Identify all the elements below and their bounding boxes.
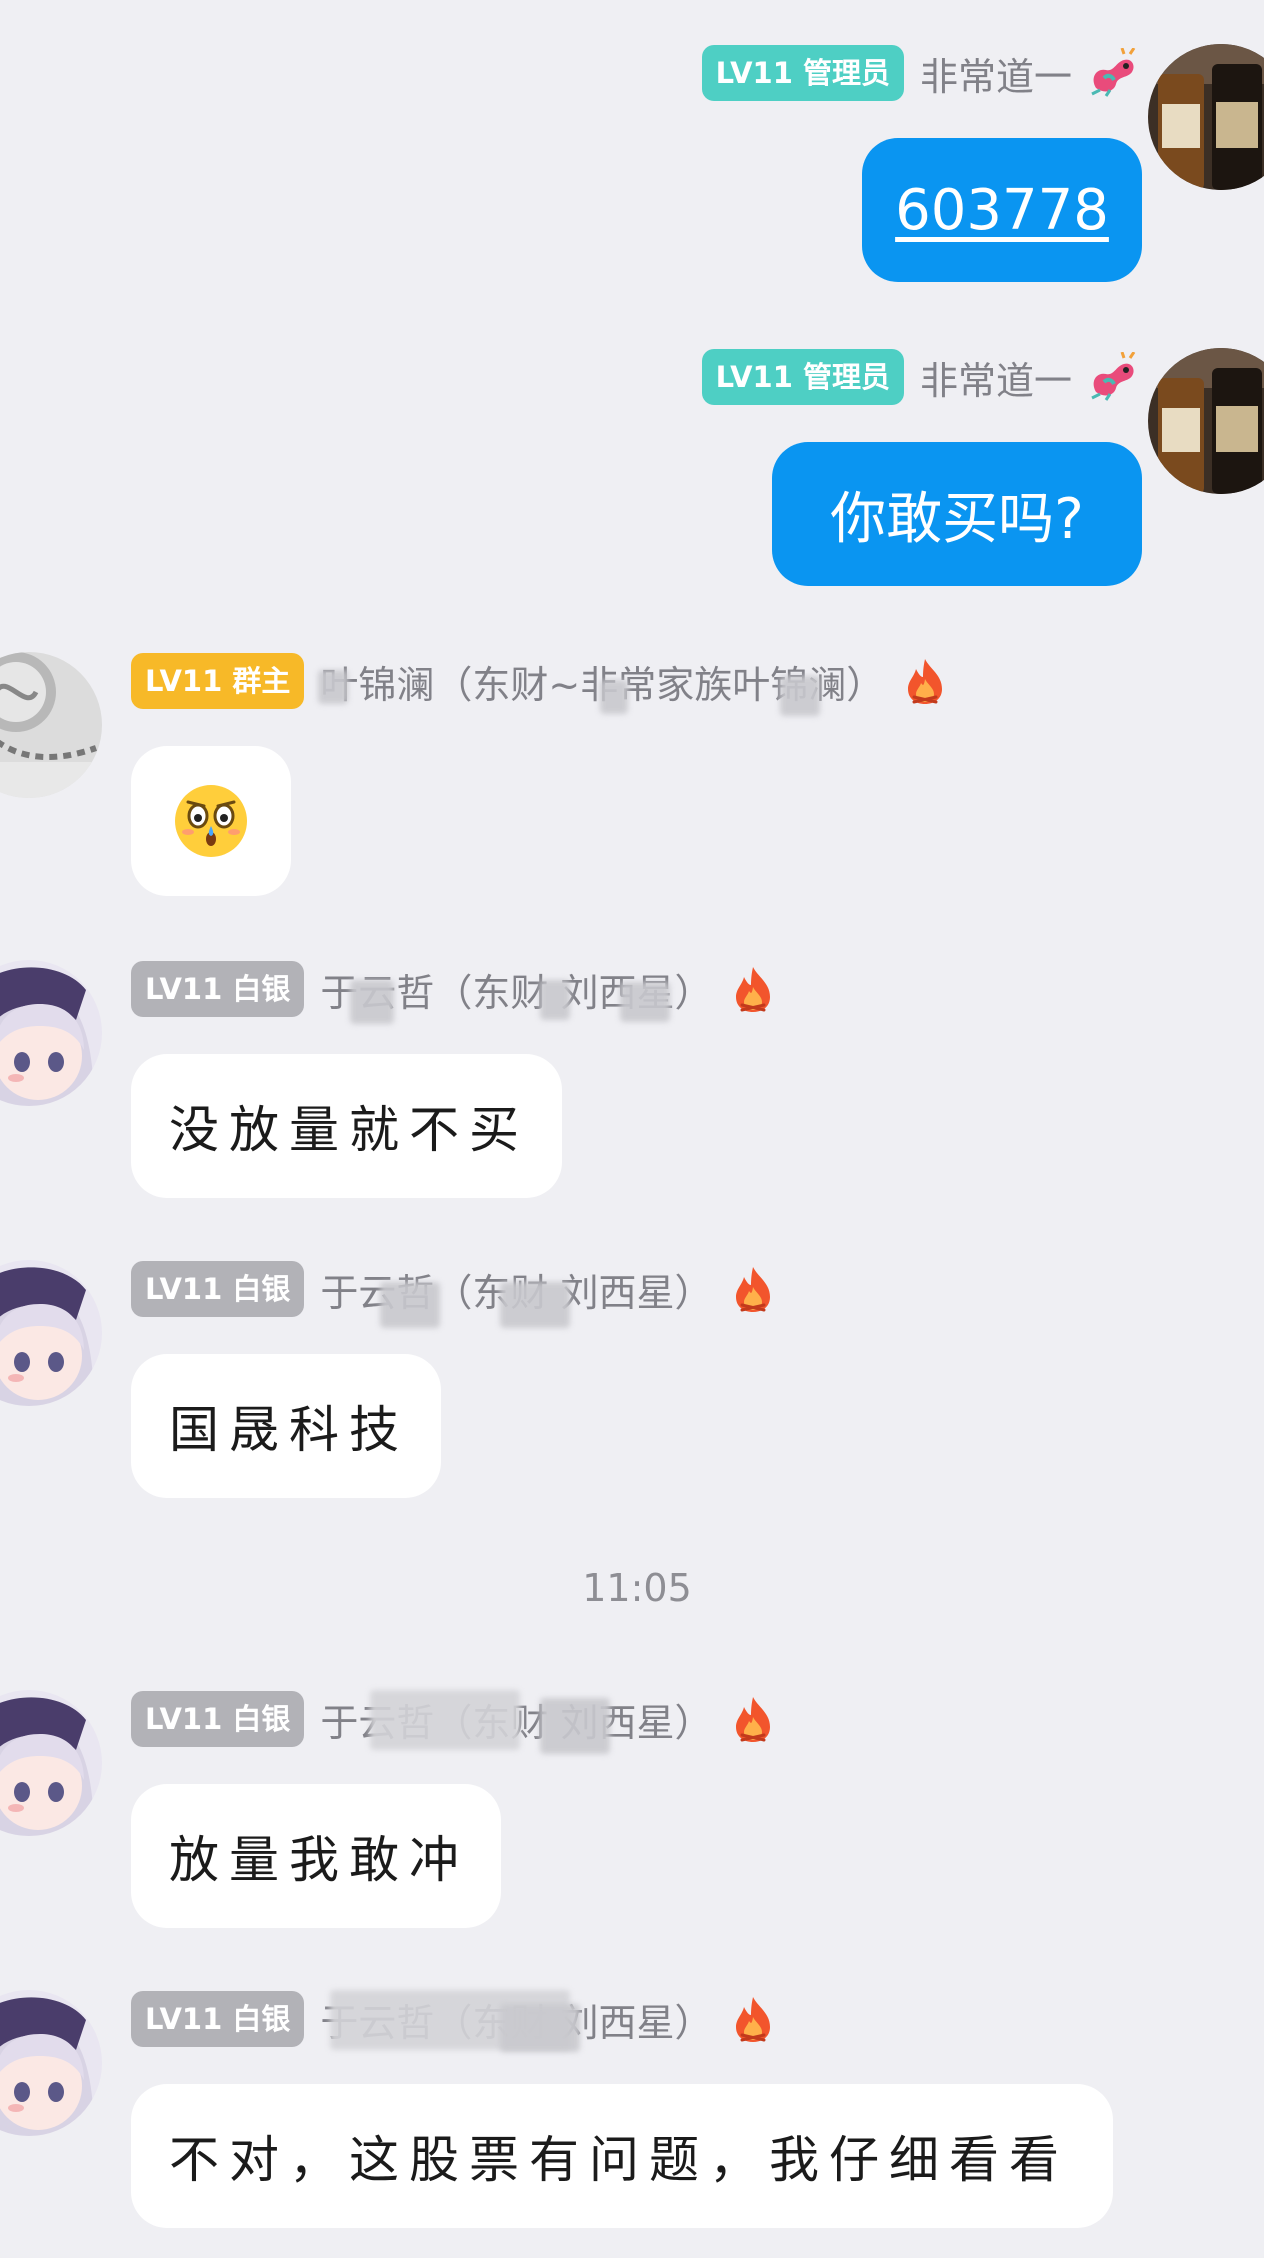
message-text: 没放量就不买 xyxy=(169,1101,529,1159)
message-row-2: LV11 管理员 非常道一 你敢买吗? xyxy=(0,348,1264,588)
dragon-decoration-icon xyxy=(1086,48,1140,98)
message-row-5: LV11 白银 于云哲（东财 刘西星） 国晟科技 xyxy=(0,1260,1264,1500)
message-text: 国晟科技 xyxy=(169,1401,409,1459)
level-badge: LV11 管理员 xyxy=(701,349,904,405)
sender-meta: LV11 管理员 非常道一 xyxy=(701,44,1140,102)
sender-meta: LV11 群主 叶锦澜（东财~非常家族叶锦澜） xyxy=(131,652,946,710)
stock-code-link[interactable]: 603778 xyxy=(895,178,1109,243)
message-bubble[interactable] xyxy=(131,746,291,896)
dragon-decoration-icon xyxy=(1086,352,1140,402)
anime-girl-avatar[interactable] xyxy=(0,960,102,1106)
message-text: 不对，这股票有问题，我仔细看看 xyxy=(169,2131,1069,2189)
sender-meta: LV11 白银 于云哲（东财 刘西星） xyxy=(131,960,774,1018)
message-bubble[interactable]: 你敢买吗? xyxy=(772,442,1142,586)
message-text: 你敢买吗? xyxy=(830,486,1084,552)
whisky-bottles-avatar[interactable] xyxy=(1148,44,1264,190)
message-row-3: LV11 群主 叶锦澜（东财~非常家族叶锦澜） xyxy=(0,652,1264,902)
flame-icon xyxy=(904,657,946,705)
message-bubble[interactable]: 放量我敢冲 xyxy=(131,1784,501,1928)
sender-name[interactable]: 非常道一 xyxy=(920,350,1072,405)
sender-name[interactable]: 非常道一 xyxy=(920,46,1072,101)
level-badge: LV11 白银 xyxy=(131,1691,305,1747)
level-badge: LV11 白银 xyxy=(131,1991,305,2047)
flame-icon xyxy=(732,1995,774,2043)
timestamp: 11:05 xyxy=(582,1566,692,1610)
flame-icon xyxy=(732,1265,774,1313)
message-bubble[interactable]: 没放量就不买 xyxy=(131,1054,562,1198)
message-row-6: LV11 白银 于云哲（东财 刘西星） 放量我敢冲 xyxy=(0,1690,1264,1930)
sender-meta: LV11 白银 于云哲（东财 刘西星） xyxy=(131,1260,774,1318)
anime-girl-avatar[interactable] xyxy=(0,1260,102,1406)
silver-pendant-avatar[interactable] xyxy=(0,652,102,798)
level-badge: LV11 白银 xyxy=(131,961,305,1017)
shocked-face-emoji xyxy=(175,785,247,857)
level-badge: LV11 管理员 xyxy=(701,45,904,101)
message-row-7: LV11 白银 于云哲（东财 刘西星） 不对，这股票有问题，我仔细看看 xyxy=(0,1990,1264,2230)
message-row-4: LV11 白银 于云哲（东财 刘西星） 没放量就不买 xyxy=(0,960,1264,1200)
anime-girl-avatar[interactable] xyxy=(0,1990,102,2136)
flame-icon xyxy=(732,965,774,1013)
level-badge: LV11 白银 xyxy=(131,1261,305,1317)
flame-icon xyxy=(732,1695,774,1743)
message-bubble[interactable]: 国晟科技 xyxy=(131,1354,441,1498)
message-bubble[interactable]: 不对，这股票有问题，我仔细看看 xyxy=(131,2084,1113,2228)
anime-girl-avatar[interactable] xyxy=(0,1690,102,1836)
level-badge: LV11 群主 xyxy=(131,653,305,709)
message-bubble[interactable]: 603778 xyxy=(862,138,1142,282)
message-row-1: LV11 管理员 非常道一 603778 xyxy=(0,44,1264,284)
message-text: 放量我敢冲 xyxy=(169,1831,469,1889)
whisky-bottles-avatar[interactable] xyxy=(1148,348,1264,494)
sender-meta: LV11 管理员 非常道一 xyxy=(701,348,1140,406)
